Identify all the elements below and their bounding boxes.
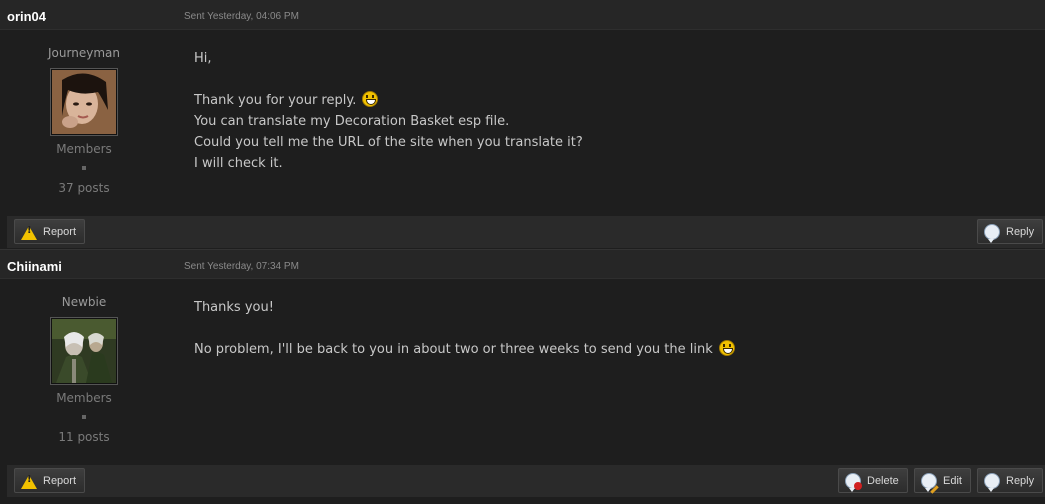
user-rank: Journeyman	[48, 46, 120, 60]
message-line: Hi,	[194, 51, 212, 66]
message-line: No problem, I'll be back to you in about…	[194, 339, 1014, 360]
delete-button[interactable]: Delete	[838, 468, 908, 493]
avatar[interactable]	[50, 317, 118, 385]
post-count: 37 posts	[58, 181, 110, 195]
reply-label: Reply	[1006, 474, 1035, 487]
reply-button[interactable]: Reply	[977, 219, 1044, 244]
smiley-icon	[362, 91, 379, 107]
user-group: Members	[56, 391, 112, 405]
message-post: orin04 Sent Yesterday, 04:06 PM Journeym…	[0, 0, 1045, 249]
avatar[interactable]	[50, 68, 118, 136]
reply-label: Reply	[1006, 225, 1035, 238]
report-button[interactable]: Report	[14, 219, 86, 244]
report-label: Report	[43, 225, 77, 238]
message-post: Chiinami Sent Yesterday, 07:34 PM Newbie…	[0, 249, 1045, 504]
avatar-image	[52, 70, 116, 134]
avatar-image	[52, 319, 116, 383]
author-name[interactable]: orin04	[7, 9, 46, 24]
edit-label: Edit	[943, 474, 962, 487]
speech-bubble-icon	[984, 223, 1000, 243]
warning-icon	[21, 224, 37, 240]
warning-icon	[21, 473, 37, 489]
separator-dot	[82, 415, 86, 419]
post-footer: Report Delete Edit Reply	[7, 465, 1045, 497]
edit-button[interactable]: Edit	[914, 468, 971, 493]
report-label: Report	[43, 474, 77, 487]
user-group: Members	[56, 142, 112, 156]
post-footer: Report Reply	[7, 216, 1045, 248]
message-body: Hi, Thank you for your reply. You can tr…	[194, 48, 1014, 174]
sent-timestamp: Sent Yesterday, 04:06 PM	[184, 11, 299, 22]
message-line: I will check it.	[194, 156, 283, 171]
message-line: Thank you for your reply.	[194, 90, 1014, 111]
sent-timestamp: Sent Yesterday, 07:34 PM	[184, 261, 299, 272]
speech-bubble-icon	[984, 472, 1000, 492]
reply-button[interactable]: Reply	[977, 468, 1044, 493]
message-line-text: No problem, I'll be back to you in about…	[194, 342, 713, 357]
message-line: Thanks you!	[194, 300, 274, 315]
delete-label: Delete	[867, 474, 899, 487]
user-rank: Newbie	[61, 295, 107, 309]
post-count: 11 posts	[58, 430, 110, 444]
post-header: orin04 Sent Yesterday, 04:06 PM	[0, 0, 1045, 30]
post-header: Chiinami Sent Yesterday, 07:34 PM	[0, 249, 1045, 279]
report-button[interactable]: Report	[14, 468, 86, 493]
author-name[interactable]: Chiinami	[7, 259, 62, 274]
edit-bubble-icon	[921, 472, 937, 492]
message-line-text: Thank you for your reply.	[194, 93, 357, 108]
smiley-icon	[718, 340, 735, 356]
message-line: You can translate my Decoration Basket e…	[194, 114, 510, 129]
delete-bubble-icon	[845, 472, 862, 492]
message-body: Thanks you! No problem, I'll be back to …	[194, 297, 1014, 360]
message-line: Could you tell me the URL of the site wh…	[194, 135, 583, 150]
separator-dot	[82, 166, 86, 170]
